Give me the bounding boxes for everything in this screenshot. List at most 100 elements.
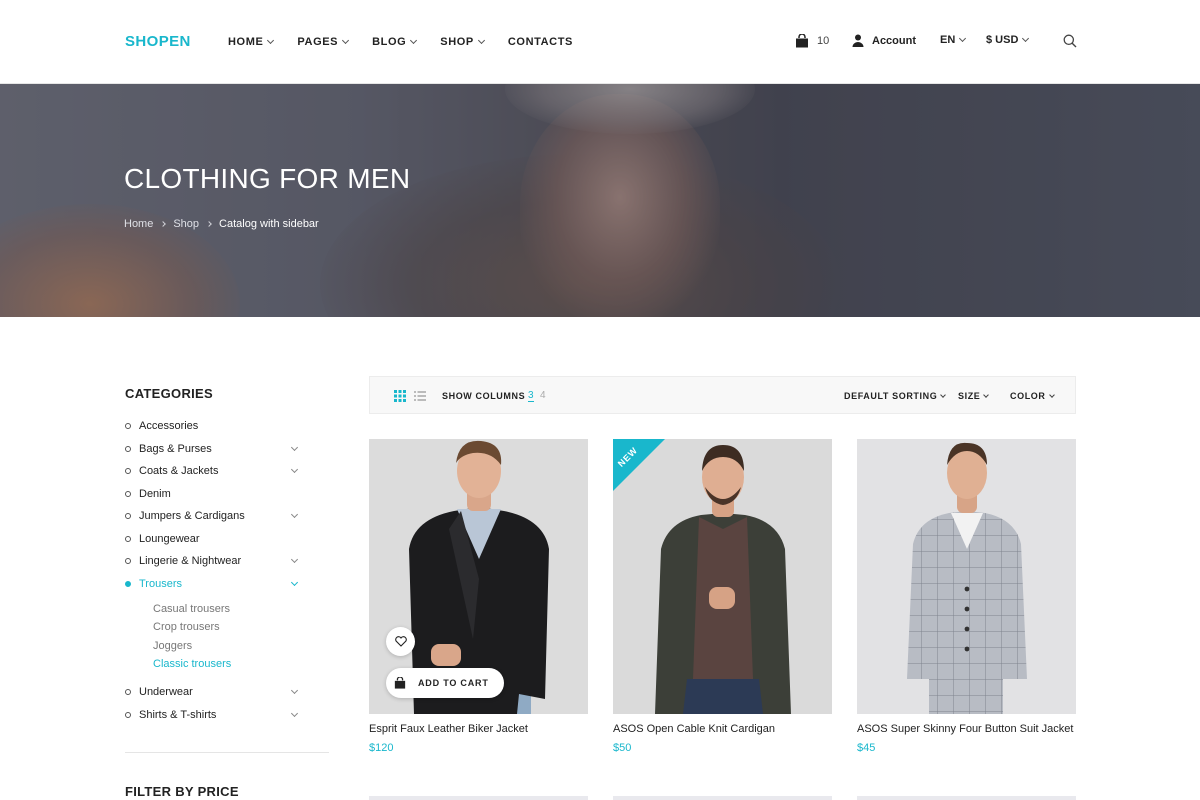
nav-item-label: HOME [228, 36, 264, 48]
subcategory-item-crop-trousers[interactable]: Crop trousers [153, 621, 220, 633]
category-label: Underwear [139, 686, 193, 698]
product-price: $120 [369, 742, 394, 754]
page-title: CLOTHING FOR MEN [124, 163, 411, 194]
subcategory-item-joggers[interactable]: Joggers [153, 640, 192, 652]
wishlist-button[interactable] [386, 627, 415, 656]
account-label: Account [872, 34, 916, 47]
breadcrumb-link-home[interactable]: Home [124, 218, 153, 230]
sort-label: DEFAULT SORTING [844, 391, 938, 401]
bullet-icon [125, 423, 131, 429]
category-item-jumpers-cardigans[interactable]: Jumpers & Cardigans [125, 508, 299, 524]
chevron-down-icon[interactable] [290, 555, 299, 564]
columns-option-4[interactable]: 4 [540, 390, 546, 401]
chevron-down-icon[interactable] [290, 510, 299, 519]
heart-icon [394, 636, 407, 647]
category-label: Coats & Jackets [139, 465, 219, 477]
color-label: COLOR [1010, 391, 1046, 401]
nav-item-blog[interactable]: BLOG [372, 36, 418, 48]
shopping-bag-icon [796, 34, 808, 48]
category-label: Jumpers & Cardigans [139, 510, 245, 522]
product-name[interactable]: ASOS Open Cable Knit Cardigan [613, 723, 775, 735]
category-item-trousers[interactable]: Trousers [125, 576, 299, 592]
product-image[interactable]: ADD TO CART [369, 439, 588, 714]
bullet-icon [125, 689, 131, 695]
nav-item-pages[interactable]: PAGES [297, 36, 350, 48]
product-photo-suit-jacket [857, 439, 1076, 714]
account-link[interactable]: Account [852, 34, 916, 47]
category-item-denim[interactable]: Denim [125, 486, 297, 502]
category-label: Loungewear [139, 533, 200, 545]
chevron-down-icon[interactable] [290, 709, 299, 718]
chevron-down-icon [267, 36, 275, 45]
category-item-underwear[interactable]: Underwear [125, 684, 299, 700]
product-card-partial [613, 796, 832, 800]
nav-item-label: BLOG [372, 36, 407, 48]
product-card-partial [857, 796, 1076, 800]
filter-by-price-title: FILTER BY PRICE [125, 784, 239, 799]
chevron-down-icon[interactable] [290, 686, 299, 695]
search-button[interactable] [1063, 34, 1077, 48]
divider [125, 752, 329, 753]
product-name[interactable]: Esprit Faux Leather Biker Jacket [369, 723, 528, 735]
product-image[interactable] [857, 439, 1076, 714]
search-icon [1063, 34, 1077, 48]
chevron-down-icon[interactable] [290, 578, 299, 587]
breadcrumb: Home Shop Catalog with sidebar [124, 218, 319, 230]
bullet-icon [125, 558, 131, 564]
nav-item-home[interactable]: HOME [228, 36, 275, 48]
nav-item-shop[interactable]: SHOP [440, 36, 485, 48]
chevron-right-icon [160, 221, 167, 227]
columns-option-3[interactable]: 3 [528, 390, 534, 402]
product-card: ADD TO CART Esprit Faux Leather Biker Ja… [369, 439, 588, 754]
color-filter-select[interactable]: COLOR [1010, 391, 1055, 401]
chevron-down-icon[interactable] [290, 443, 299, 452]
size-filter-select[interactable]: SIZE [958, 391, 990, 401]
bullet-icon [125, 513, 131, 519]
category-label: Accessories [139, 420, 199, 432]
nav-item-label: CONTACTS [507, 36, 573, 48]
chevron-down-icon [940, 392, 947, 398]
site-header: SHOPEN HOME PAGES BLOG SHOP CONTACTS 10 [0, 0, 1200, 84]
hero-banner: CLOTHING FOR MEN Home Shop Catalog with … [0, 84, 1200, 317]
breadcrumb-current: Catalog with sidebar [219, 218, 319, 230]
category-item-bags-purses[interactable]: Bags & Purses [125, 441, 299, 457]
language-select[interactable]: EN [940, 34, 967, 46]
add-to-cart-button[interactable]: ADD TO CART [386, 668, 504, 698]
cart-button[interactable]: 10 [795, 34, 829, 48]
chevron-down-icon[interactable] [290, 465, 299, 474]
product-name[interactable]: ASOS Super Skinny Four Button Suit Jacke… [857, 723, 1073, 735]
sort-select[interactable]: DEFAULT SORTING [844, 391, 947, 401]
product-card: ASOS Super Skinny Four Button Suit Jacke… [857, 439, 1076, 754]
breadcrumb-link-shop[interactable]: Shop [173, 218, 199, 230]
category-item-loungewear[interactable]: Loungewear [125, 531, 297, 547]
bullet-icon [125, 468, 131, 474]
currency-select[interactable]: $ USD [986, 34, 1030, 46]
user-icon [852, 34, 864, 47]
subcategory-item-casual-trousers[interactable]: Casual trousers [153, 603, 230, 615]
sidebar: CATEGORIES Accessories Bags & Purses Coa… [125, 386, 329, 799]
bullet-icon [125, 712, 131, 718]
category-item-coats-jackets[interactable]: Coats & Jackets [125, 463, 299, 479]
category-item-accessories[interactable]: Accessories [125, 418, 297, 434]
product-price: $50 [613, 742, 632, 754]
grid-view-icon[interactable] [394, 390, 406, 402]
sidebar-title: CATEGORIES [125, 386, 213, 401]
chevron-down-icon [1022, 34, 1030, 43]
nav-item-contacts[interactable]: CONTACTS [508, 36, 573, 48]
bullet-icon [125, 491, 131, 497]
nav-item-label: PAGES [297, 36, 339, 48]
list-view-icon[interactable] [414, 390, 426, 402]
logo[interactable]: SHOPEN [125, 33, 191, 50]
category-item-lingerie-nightwear[interactable]: Lingerie & Nightwear [125, 553, 299, 569]
nav-item-label: SHOP [440, 36, 474, 48]
product-card-partial [369, 796, 588, 800]
chevron-down-icon [477, 36, 485, 45]
new-badge: NEW [613, 439, 665, 491]
category-item-shirts-tshirts[interactable]: Shirts & T-shirts [125, 707, 299, 723]
bullet-icon [125, 536, 131, 542]
chevron-down-icon [1048, 392, 1055, 398]
catalog-toolbar: SHOW COLUMNS 3 4 DEFAULT SORTING SIZE CO… [369, 376, 1076, 414]
subcategory-item-classic-trousers[interactable]: Classic trousers [153, 658, 231, 670]
category-label: Lingerie & Nightwear [139, 555, 242, 567]
product-image[interactable]: NEW [613, 439, 832, 714]
